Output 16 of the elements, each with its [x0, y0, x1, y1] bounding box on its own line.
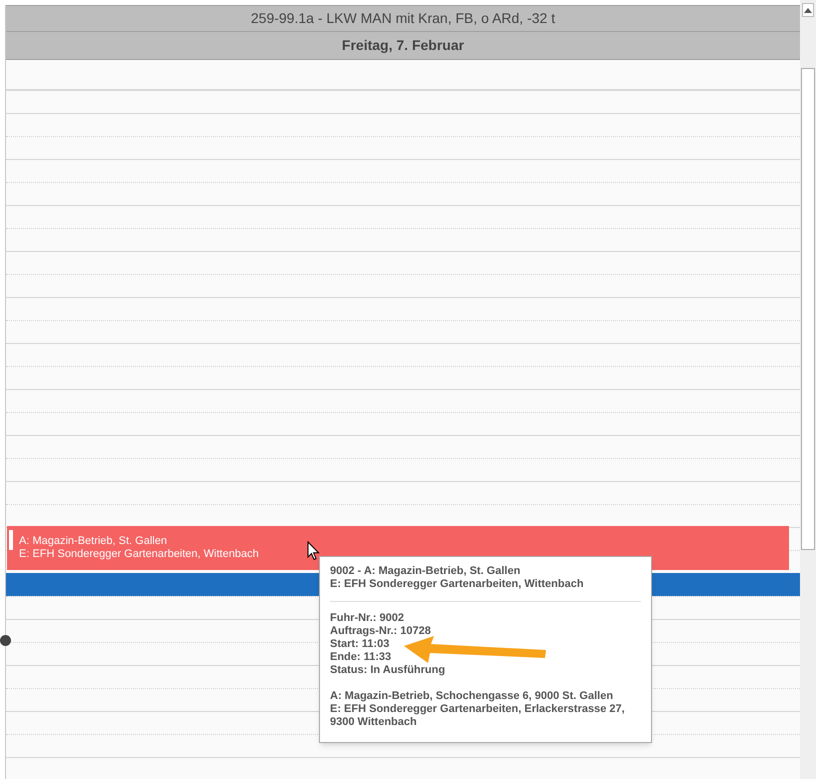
tooltip-address: A: Magazin-Betrieb, Schochengasse 6, 9000 St. Gallen — [330, 690, 614, 703]
scroll-up-button[interactable] — [802, 3, 814, 17]
tooltip-detail: Ende: 11:33 — [330, 651, 392, 664]
tooltip-detail: Start: 11:03 — [330, 638, 390, 651]
tooltip-address: E: EFH Sonderegger Gartenarbeiten, Erlackerstrasse 27, 9300 Wittenbach — [330, 703, 626, 729]
event-text: E: EFH Sonderegger Gartenarbeiten, Wittenbach — [19, 548, 259, 561]
tooltip-detail: Status: In Ausführung — [330, 664, 446, 677]
resource-header: 259-99.1a - LKW MAN mit Kran, FB, o ARd, -32 t — [6, 5, 800, 32]
tooltip-detail: Fuhr-Nr.: 9002 — [330, 612, 405, 625]
tooltip-detail: Auftrags-Nr.: 10728 — [330, 625, 432, 638]
tooltip-title: E: EFH Sonderegger Gartenarbeiten, Wittenbach — [330, 578, 585, 591]
event-text: A: Magazin-Betrieb, St. Gallen — [19, 535, 168, 548]
up-arrow-icon — [804, 8, 812, 12]
scrollbar-thumb[interactable] — [801, 68, 815, 550]
mouse-cursor-icon — [307, 541, 320, 561]
day-header: Freitag, 7. Februar — [6, 32, 800, 60]
